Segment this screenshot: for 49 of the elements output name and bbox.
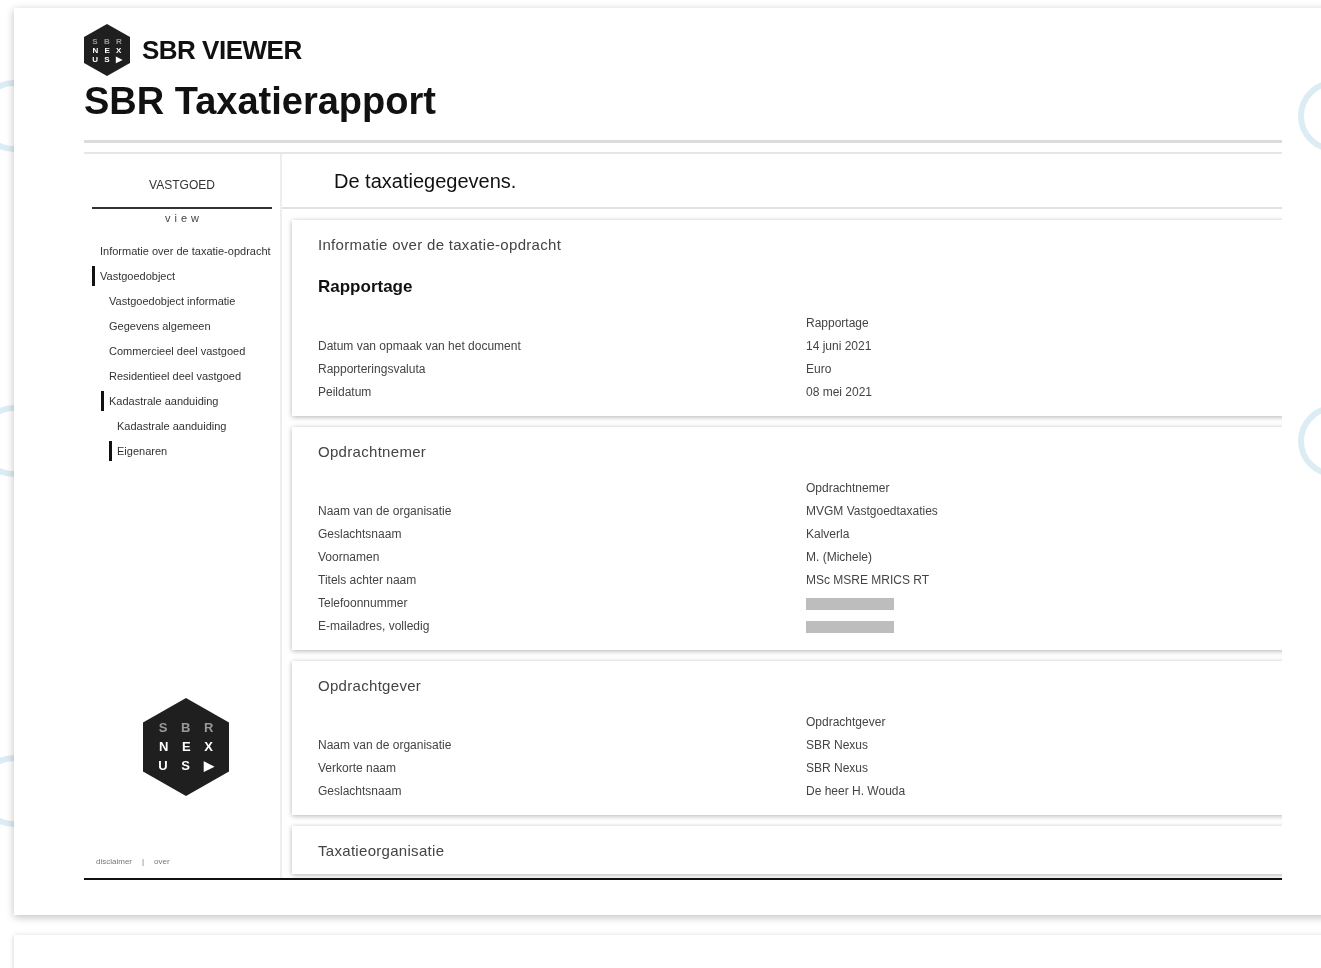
card-title: Opdrachtnemer — [318, 442, 428, 462]
section-heading: De taxatiegegevens. — [334, 168, 517, 194]
sidebar-subheading: view — [164, 211, 203, 226]
sidebar-item[interactable]: Gegevens algemeen — [101, 315, 211, 336]
field-label: Rapporteringsvaluta — [318, 361, 426, 378]
field-value: SBR Nexus — [806, 760, 869, 777]
sidebar-item[interactable]: Kadastrale aanduiding — [101, 390, 219, 411]
field-label: Titels achter naam — [318, 572, 417, 589]
sidebar-item[interactable]: Vastgoedobject informatie — [101, 290, 236, 311]
field-label: Naam van de organisatie — [318, 737, 452, 754]
logo: S B R N E X U S ▶ — [143, 697, 229, 796]
field-value: 08 mei 2021 — [806, 384, 873, 401]
field-label: Geslachtsnaam — [318, 526, 402, 543]
card-title: Opdrachtgever — [318, 676, 423, 696]
sidebar-heading: VASTGOED — [149, 177, 215, 194]
card-title: Informatie over de taxatie-opdracht — [318, 235, 563, 255]
sidebar-item[interactable]: Vastgoedobject — [92, 265, 176, 286]
field-value: SBR Nexus — [806, 737, 869, 754]
group-label: Opdrachtnemer — [806, 480, 890, 497]
field-label: E-mailadres, volledig — [318, 618, 430, 635]
group-label: Rapportage — [806, 315, 869, 332]
field-value: 14 juni 2021 — [806, 338, 872, 355]
card-subtitle: Rapportage — [318, 276, 414, 298]
group-label: Opdrachtgever — [806, 714, 886, 731]
field-value: MSc MSRE MRICS RT — [806, 572, 930, 589]
sidebar-item[interactable]: Informatie over de taxatie-opdracht — [92, 240, 271, 261]
field-label: Naam van de organisatie — [318, 503, 452, 520]
footer-link[interactable]: over — [154, 856, 170, 868]
footer-link[interactable]: disclaimer — [96, 856, 132, 868]
field-label: Geslachtsnaam — [318, 783, 402, 800]
field-value: M. (Michele) — [806, 549, 872, 566]
sidebar-item[interactable]: Commercieel deel vastgoed — [101, 340, 246, 361]
field-label: Telefoonnummer — [318, 595, 408, 612]
field-value: Kalverla — [806, 526, 850, 543]
page-title: SBR Taxatierapport — [84, 79, 436, 124]
field-label: Voornamen — [318, 549, 380, 566]
sidebar-item[interactable]: Residentieel deel vastgoed — [101, 365, 242, 386]
field-value: MVGM Vastgoedtaxaties — [806, 503, 938, 520]
field-value: De heer H. Wouda — [806, 783, 906, 800]
sidebar-item[interactable]: Eigenaren — [109, 440, 168, 461]
logo: S B R N E X U S ▶ — [84, 24, 130, 76]
footer-separator: | — [142, 856, 145, 868]
card-title: Taxatieorganisatie — [318, 841, 446, 861]
field-label: Peildatum — [318, 384, 372, 401]
sidebar-item[interactable]: Kadastrale aanduiding — [109, 415, 227, 436]
app-title: SBR VIEWER — [142, 33, 302, 67]
field-label: Datum van opmaak van het document — [318, 338, 521, 355]
field-label: Verkorte naam — [318, 760, 397, 777]
field-value: Euro — [806, 361, 832, 378]
